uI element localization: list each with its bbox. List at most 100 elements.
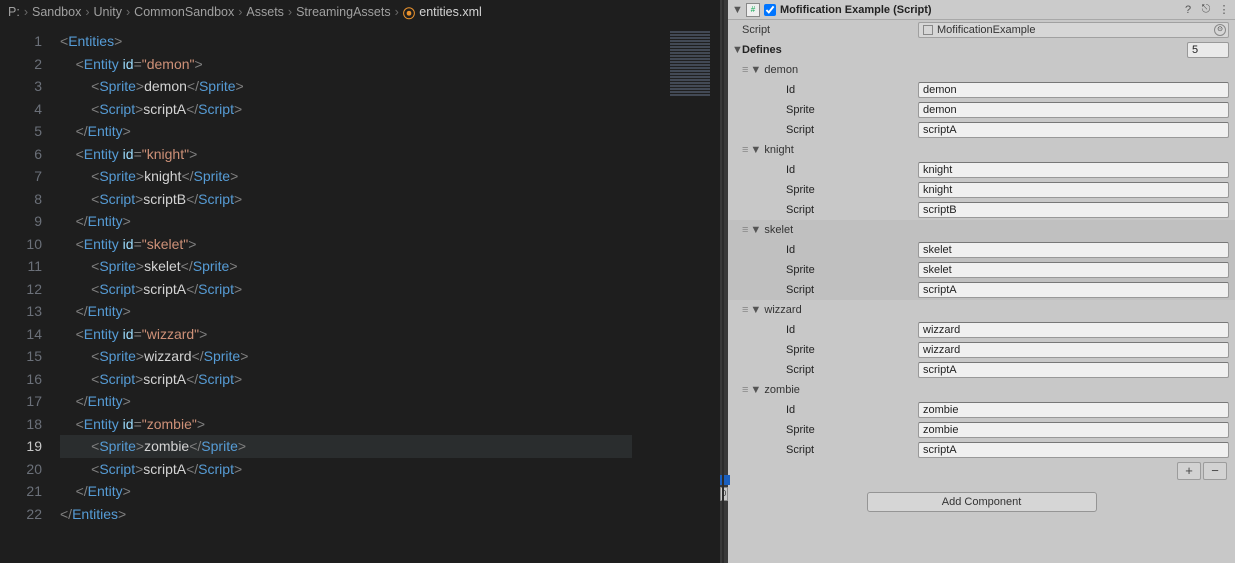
breadcrumb-segment[interactable]: CommonSandbox <box>134 5 234 19</box>
property-label: Script <box>742 284 918 296</box>
code-line[interactable]: <Entity id="zombie"> <box>60 413 720 436</box>
property-label: Sprite <box>742 264 918 276</box>
property-row: Idskelet <box>728 240 1235 260</box>
kebab-menu-icon[interactable]: ⋮ <box>1217 3 1231 16</box>
add-element-button[interactable]: + <box>1177 462 1201 480</box>
fold-icon[interactable]: ▼ <box>732 4 742 16</box>
property-label: Sprite <box>742 424 918 436</box>
sprite-text-field[interactable]: demon <box>918 102 1229 118</box>
script-field-row: Script MofificationExample ⊙ <box>728 20 1235 40</box>
defines-count-field[interactable]: 5 <box>1187 42 1229 58</box>
code-line[interactable]: </Entity> <box>60 120 720 143</box>
breadcrumb[interactable]: P: › Sandbox › Unity › CommonSandbox › A… <box>0 0 720 24</box>
code-line[interactable]: <Sprite>skelet</Sprite> <box>60 255 720 278</box>
breadcrumb-file[interactable]: entities.xml <box>419 5 482 19</box>
chevron-right-icon: › <box>238 5 242 19</box>
code-line[interactable]: <Entity id="skelet"> <box>60 233 720 256</box>
remove-element-button[interactable]: − <box>1203 462 1227 480</box>
code-line[interactable]: <Entities> <box>60 30 720 53</box>
chevron-right-icon: › <box>126 5 130 19</box>
code-line[interactable]: <Script>scriptA</Script> <box>60 98 720 121</box>
breadcrumb-segment[interactable]: Unity <box>94 5 122 19</box>
code-line[interactable]: <Sprite>demon</Sprite> <box>60 75 720 98</box>
element-name: wizzard <box>764 304 801 316</box>
drag-handle-icon[interactable]: ≡ <box>742 304 746 316</box>
drag-handle-icon[interactable]: ≡ <box>742 64 746 76</box>
minimap[interactable] <box>670 30 710 90</box>
xml-file-icon: ⦿ <box>403 3 416 22</box>
script-text-field[interactable]: scriptA <box>918 362 1229 378</box>
fold-icon[interactable]: ▼ <box>750 64 760 76</box>
component-header[interactable]: ▼ # Mofification Example (Script) ? ⎋ ⋮ <box>728 0 1235 20</box>
inspector-pane: ▼ # Mofification Example (Script) ? ⎋ ⋮ … <box>728 0 1235 563</box>
breadcrumb-segment[interactable]: StreamingAssets <box>296 5 390 19</box>
sprite-text-field[interactable]: skelet <box>918 262 1229 278</box>
array-element-header[interactable]: ≡▼knight <box>728 140 1235 160</box>
preset-icon[interactable]: ⎋ <box>1199 3 1213 16</box>
defines-array-header[interactable]: ▼ Defines 5 <box>728 40 1235 60</box>
code-line[interactable]: <Script>scriptA</Script> <box>60 368 720 391</box>
property-label: Sprite <box>742 184 918 196</box>
breadcrumb-segment[interactable]: P: <box>8 5 20 19</box>
property-label: Id <box>742 244 918 256</box>
property-label: Sprite <box>742 104 918 116</box>
property-label: Sprite <box>742 344 918 356</box>
property-row: Spriteskelet <box>728 260 1235 280</box>
property-row: Iddemon <box>728 80 1235 100</box>
code-line[interactable]: </Entity> <box>60 390 720 413</box>
gutter-badges: 0 <box>720 475 730 515</box>
help-icon[interactable]: ? <box>1181 4 1195 16</box>
code-line[interactable]: <Sprite>knight</Sprite> <box>60 165 720 188</box>
code-line[interactable]: <Entity id="knight"> <box>60 143 720 166</box>
component-enabled-checkbox[interactable] <box>764 4 776 16</box>
property-row: Idknight <box>728 160 1235 180</box>
array-element-header[interactable]: ≡ ▼ wizzard <box>728 300 1235 320</box>
code-line[interactable]: </Entity> <box>60 480 720 503</box>
line-number-gutter: 12345678910111213141516171819202122 <box>0 24 60 563</box>
fold-icon[interactable]: ▼ <box>732 44 742 56</box>
code-line[interactable]: </Entities> <box>60 503 720 526</box>
fold-icon[interactable]: ▼ <box>750 304 760 316</box>
array-element-header[interactable]: ≡ ▼ demon <box>728 60 1235 80</box>
drag-handle-icon[interactable]: ≡ <box>742 224 746 236</box>
code-body[interactable]: <Entities> <Entity id="demon"> <Sprite>d… <box>60 24 720 563</box>
script-text-field[interactable]: scriptB <box>918 202 1229 218</box>
breadcrumb-segment[interactable]: Assets <box>246 5 284 19</box>
script-text-field[interactable]: scriptA <box>918 442 1229 458</box>
drag-handle-icon[interactable]: ≡ <box>742 384 746 396</box>
id-text-field[interactable]: knight <box>918 162 1229 178</box>
script-text-field[interactable]: scriptA <box>918 122 1229 138</box>
fold-icon[interactable]: ▼ <box>750 224 760 236</box>
code-line[interactable]: </Entity> <box>60 210 720 233</box>
property-label: Script <box>742 124 918 136</box>
sprite-text-field[interactable]: zombie <box>918 422 1229 438</box>
id-text-field[interactable]: demon <box>918 82 1229 98</box>
fold-icon[interactable]: ▼ <box>750 384 760 396</box>
script-text-field[interactable]: scriptA <box>918 282 1229 298</box>
code-line[interactable]: <Entity id="demon"> <box>60 53 720 76</box>
element-name: demon <box>764 64 798 76</box>
chevron-right-icon: › <box>288 5 292 19</box>
property-label: Script <box>742 204 918 216</box>
array-element-header[interactable]: ≡▼skelet <box>728 220 1235 240</box>
code-line[interactable]: <Script>scriptB</Script> <box>60 188 720 211</box>
code-line[interactable]: <Entity id="wizzard"> <box>60 323 720 346</box>
component-title: Mofification Example (Script) <box>780 4 1177 16</box>
id-text-field[interactable]: skelet <box>918 242 1229 258</box>
id-text-field[interactable]: wizzard <box>918 322 1229 338</box>
sprite-text-field[interactable]: knight <box>918 182 1229 198</box>
id-text-field[interactable]: zombie <box>918 402 1229 418</box>
object-picker-icon[interactable]: ⊙ <box>1214 24 1226 36</box>
code-line[interactable]: <Sprite>wizzard</Sprite> <box>60 345 720 368</box>
code-line[interactable]: <Script>scriptA</Script> <box>60 278 720 301</box>
code-line[interactable]: <Script>scriptA</Script> <box>60 458 720 481</box>
pane-splitter[interactable]: 0 <box>720 0 728 563</box>
code-line[interactable]: </Entity> <box>60 300 720 323</box>
script-object-field[interactable]: MofificationExample ⊙ <box>918 22 1229 38</box>
add-component-button[interactable]: Add Component <box>867 492 1097 512</box>
array-element-header[interactable]: ≡▼zombie <box>728 380 1235 400</box>
breadcrumb-segment[interactable]: Sandbox <box>32 5 81 19</box>
drag-handle-icon[interactable]: ≡ <box>742 144 746 156</box>
fold-icon[interactable]: ▼ <box>750 144 760 156</box>
sprite-text-field[interactable]: wizzard <box>918 342 1229 358</box>
